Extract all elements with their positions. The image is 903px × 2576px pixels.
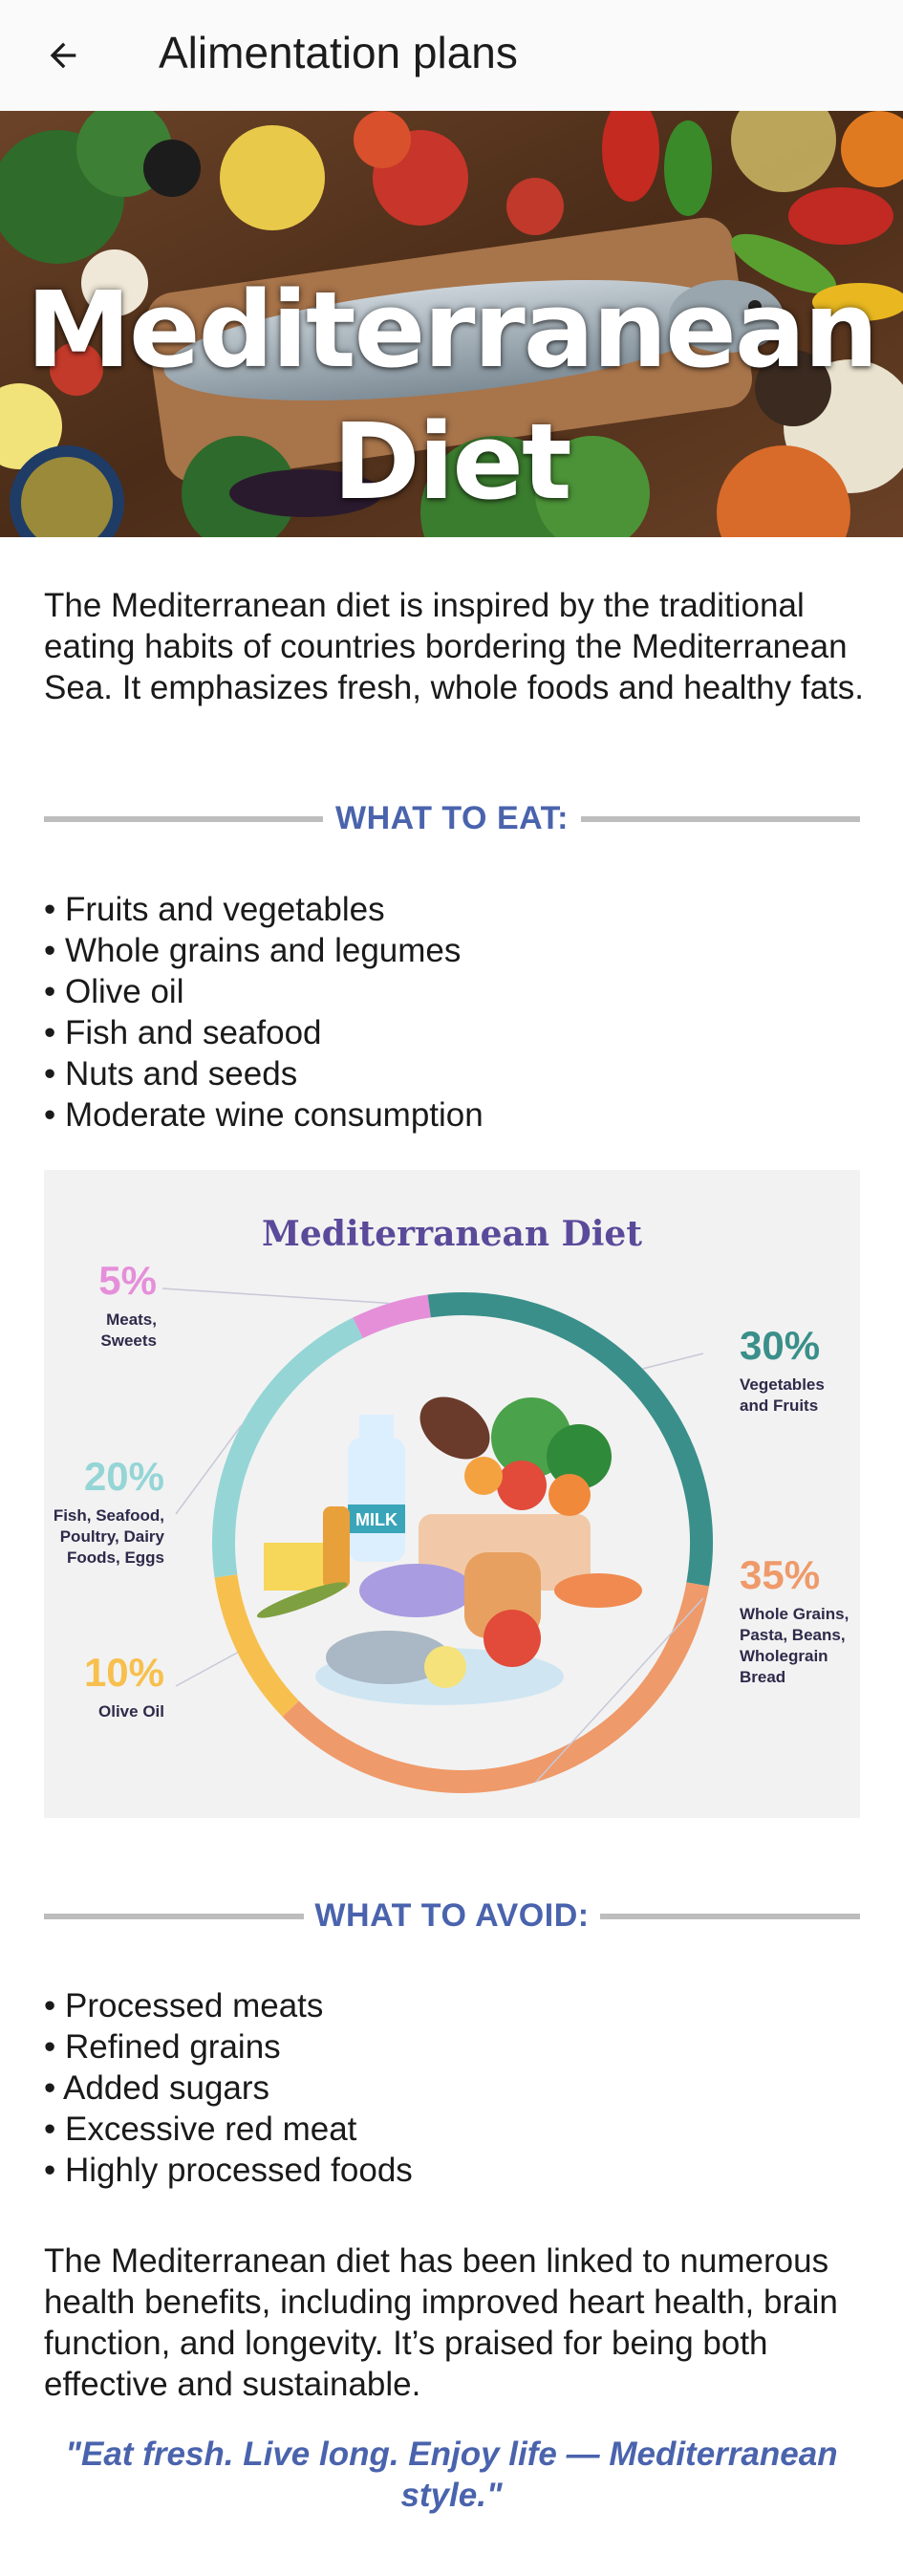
avoid-list: Processed meats Refined grains Added sug…: [44, 1985, 866, 2191]
app-bar: Alimentation plans: [0, 0, 903, 111]
list-item: Fruits and vegetables: [44, 889, 866, 930]
list-item: Refined grains: [44, 2026, 866, 2067]
slice-percent-label: 35%: [740, 1552, 820, 1597]
slice-category-label: Bread: [740, 1668, 785, 1686]
slice-category-label: Pasta, Beans,: [740, 1626, 846, 1644]
what-to-eat-divider: WHAT TO EAT:: [44, 799, 860, 837]
slice-category-label: Foods, Eggs: [67, 1548, 164, 1567]
donut-slice-olive_oil: [214, 1573, 299, 1717]
slice-percent-label: 20%: [84, 1454, 164, 1499]
diet-chart-card: Mediterranean Diet MILK 5% Meats, Sweets…: [44, 1170, 860, 1818]
diet-donut-chart: MILK 5% Meats, Sweets 30% Vegetables and Frui…: [54, 1258, 849, 1793]
slice-category-label: Poultry, Dairy: [60, 1527, 165, 1546]
list-item: Fish and seafood: [44, 1012, 866, 1053]
slice-category-label: Whole Grains,: [740, 1605, 849, 1623]
leader-line: [175, 1652, 238, 1687]
leader-line: [642, 1353, 704, 1370]
slice-percent-label: 10%: [84, 1650, 164, 1695]
donut-slice-meats: [353, 1294, 432, 1339]
leader-line: [535, 1597, 704, 1784]
slice-category-label: Fish, Seafood,: [54, 1506, 164, 1525]
list-item: Highly processed foods: [44, 2150, 866, 2191]
slice-percent-label: 30%: [740, 1323, 820, 1368]
milk-label: MILK: [355, 1510, 398, 1529]
slice-category-label: Sweets: [100, 1331, 157, 1350]
list-item: Nuts and seeds: [44, 1053, 866, 1094]
intro-paragraph: The Mediterranean diet is inspired by th…: [44, 587, 864, 706]
slice-category-label: Vegetables: [740, 1375, 825, 1394]
list-item: Whole grains and legumes: [44, 930, 866, 971]
back-button[interactable]: [34, 27, 92, 84]
hero-title: Mediterranean Diet: [0, 264, 903, 528]
slice-category-label: and Fruits: [740, 1396, 818, 1415]
closing-quote: "Eat fresh. Live long. Enjoy life — Medi…: [65, 2435, 838, 2514]
list-item: Processed meats: [44, 1985, 866, 2026]
slice-category-label: Wholegrain: [740, 1647, 828, 1665]
food-illustration: MILK: [256, 1396, 642, 1705]
slice-category-label: Meats,: [106, 1310, 157, 1329]
benefits-paragraph: The Mediterranean diet has been linked t…: [44, 2242, 838, 2403]
list-item: Olive oil: [44, 971, 866, 1012]
hero-title-line-2: Diet: [333, 400, 571, 523]
divider-line-right: [600, 1914, 860, 1919]
list-item: Excessive red meat: [44, 2109, 866, 2150]
what-to-avoid-divider: WHAT TO AVOID:: [44, 1896, 860, 1935]
hero-banner: Mediterranean Diet: [0, 111, 903, 537]
eat-list: Fruits and vegetables Whole grains and l…: [44, 889, 866, 1136]
hero-title-line-1: Mediterranean: [26, 269, 879, 391]
list-item: Moderate wine consumption: [44, 1094, 866, 1136]
slice-category-label: Olive Oil: [98, 1702, 164, 1721]
list-item: Added sugars: [44, 2067, 866, 2109]
arrow-left-icon: [50, 42, 76, 69]
divider-line-right: [581, 816, 860, 822]
leader-line: [161, 1288, 390, 1305]
page-title: Alimentation plans: [159, 28, 518, 77]
slice-percent-label: 5%: [98, 1258, 157, 1303]
